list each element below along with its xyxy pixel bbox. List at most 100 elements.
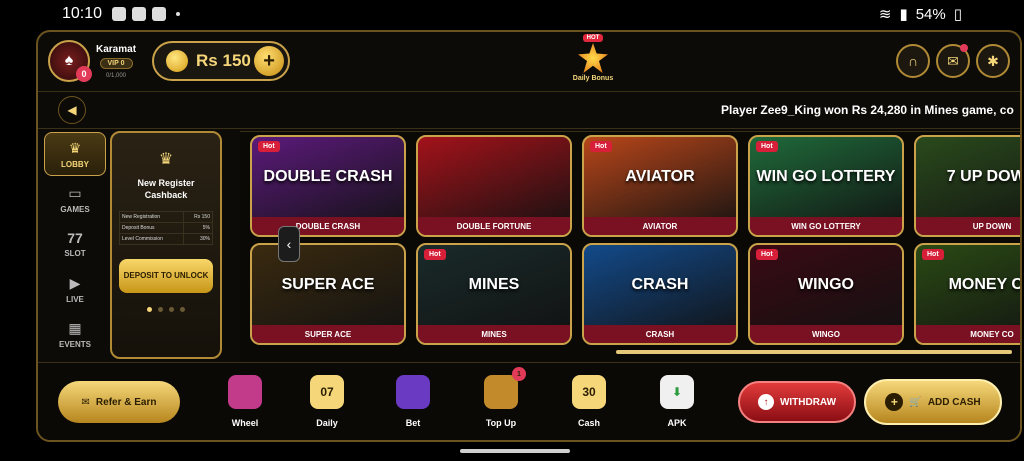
wifi-icon: ≋ xyxy=(878,6,892,23)
bottom-item-daily[interactable]: 07 Daily xyxy=(302,375,352,428)
carousel-dot[interactable] xyxy=(180,307,185,312)
bottom-item-wheel[interactable]: Wheel xyxy=(220,375,270,428)
live-icon: ▶ xyxy=(69,274,81,291)
settings-button[interactable]: ✱ xyxy=(976,44,1010,78)
sidebar-item-label: LIVE xyxy=(66,294,84,304)
game-title: SUPER ACE xyxy=(252,325,404,343)
balance-box: Rs 150 + xyxy=(152,41,291,81)
bottom-item-label: Cash xyxy=(577,418,600,428)
notification-icons xyxy=(112,7,181,21)
game-art: CRASH xyxy=(631,276,689,293)
game-card[interactable]: WIN GO LOTTERY Hot WIN GO LOTTERY xyxy=(748,135,904,237)
vip-progress: 0/1,000 xyxy=(106,72,127,79)
vip-badge: VIP 0 xyxy=(99,57,133,69)
announcement-text: Player Zee9_King won Rs 24,280 in Mines … xyxy=(721,103,1014,117)
game-title: DOUBLE CRASH xyxy=(252,217,404,235)
user-info[interactable]: Karamat VIP 0 0/1,000 xyxy=(96,44,136,79)
game-title: WIN GO LOTTERY xyxy=(750,217,902,235)
home-indicator[interactable] xyxy=(460,449,570,453)
carousel-dot[interactable] xyxy=(169,307,174,312)
game-card[interactable]: DOUBLE CRASH Hot DOUBLE CRASH xyxy=(250,135,406,237)
snapchat-icon xyxy=(132,7,147,21)
hot-badge: Hot xyxy=(756,249,778,260)
sidebar-item-lobby[interactable]: ♛ LOBBY xyxy=(44,132,106,176)
cards-icon: ♠ xyxy=(64,52,74,69)
carousel-dots xyxy=(147,307,185,312)
bottom-item-label: Wheel xyxy=(231,418,259,428)
crown-icon: ♛ xyxy=(158,151,174,168)
refer-earn-button[interactable]: ✉ Refer & Earn xyxy=(58,381,180,423)
bottom-item-bet[interactable]: Bet xyxy=(388,375,438,428)
status-bar: 10:10 ≋ ▮ 54% ▯ xyxy=(0,0,1024,28)
notification-dot xyxy=(960,44,968,52)
gift-icon: ✉ xyxy=(81,396,90,408)
games-panel: DOUBLE CRASH Hot DOUBLE CRASH DOUBLE FORTUN… xyxy=(240,131,1020,361)
cart-icon: 🛒 xyxy=(909,396,922,408)
support-button[interactable]: ∩ xyxy=(896,44,930,78)
speaker-icon[interactable]: ◀ xyxy=(58,96,86,124)
daily-icon: 07 xyxy=(310,375,344,409)
game-card[interactable]: AVIATOR Hot AVIATOR xyxy=(582,135,738,237)
game-art: 7 UP DOWN xyxy=(946,168,1020,185)
plus-icon: + xyxy=(885,393,904,411)
battery-icon: ▯ xyxy=(953,6,962,23)
game-card[interactable]: MINES Hot MINES xyxy=(416,243,572,345)
game-card[interactable]: CRASH CRASH xyxy=(582,243,738,345)
game-card[interactable]: 7 UP DOWN UP DOWN xyxy=(914,135,1020,237)
deposit-to-unlock-button[interactable]: DEPOSIT TO UNLOCK xyxy=(119,259,213,293)
sidebar-item-games[interactable]: ▭ GAMES xyxy=(44,177,106,221)
bet-icon xyxy=(396,375,430,409)
bottom-item-apk[interactable]: ⬇ APK xyxy=(652,375,702,428)
sidebar-item-label: GAMES xyxy=(60,204,90,214)
sidebar-item-slot[interactable]: 77 SLOT xyxy=(44,222,106,266)
daily-bonus[interactable]: HOT Daily Bonus xyxy=(568,34,618,82)
add-cash-button[interactable]: + 🛒 ADD CASH xyxy=(864,379,1002,425)
avatar[interactable]: ♠ 0 xyxy=(48,40,92,82)
events-icon: ▦ xyxy=(68,319,82,336)
table-row: Deposit Bonus 5% xyxy=(119,222,214,234)
game-title: MINES xyxy=(418,325,570,343)
game-art xyxy=(418,137,570,217)
hot-badge: HOT xyxy=(582,34,604,42)
mail-button[interactable]: ✉ xyxy=(936,44,970,78)
game-card[interactable]: WINGO Hot WINGO xyxy=(748,243,904,345)
status-time: 10:10 xyxy=(62,5,103,22)
game-card[interactable]: DOUBLE FORTUNE xyxy=(416,135,572,237)
username: Karamat xyxy=(96,43,137,55)
arrow-up-icon: ↑ xyxy=(757,394,774,410)
sidebar-item-label: SLOT xyxy=(64,249,86,258)
daily-bonus-label: Daily Bonus xyxy=(572,75,614,82)
game-card[interactable]: MONEY COHotMONEY CO xyxy=(914,243,1020,345)
game-card[interactable]: SUPER ACE SUPER ACE xyxy=(250,243,406,345)
carousel-dot[interactable] xyxy=(158,307,163,312)
bottom-item-top-up[interactable]: 1 Top Up xyxy=(476,367,526,428)
refer-earn-label: Refer & Earn xyxy=(95,396,157,408)
withdraw-button[interactable]: ↑ WITHDRAW xyxy=(738,381,856,423)
gift-icon xyxy=(578,43,608,73)
cashback-table: New Registration Rs 150 Deposit Bonus 5% L… xyxy=(119,211,214,245)
horizontal-scrollbar[interactable] xyxy=(616,350,1012,354)
games-grid: DOUBLE CRASH Hot DOUBLE CRASH DOUBLE FORTUN… xyxy=(250,135,1020,345)
sidebar-item-label: EVENTS xyxy=(58,339,91,349)
game-art: SUPER ACE xyxy=(281,276,375,293)
mail-icon: ✉ xyxy=(947,52,959,69)
bottom-item-cash[interactable]: 30 Cash xyxy=(564,375,614,428)
table-row: New Registration Rs 150 xyxy=(119,211,214,223)
hot-badge: Hot xyxy=(922,249,944,260)
cashback-card: ♛ New Register Cashback New Registration… xyxy=(110,131,222,359)
bottom-item-label: Daily xyxy=(316,418,338,428)
signal-icon: ▮ xyxy=(899,6,908,23)
bottom-item-label: APK xyxy=(667,418,687,428)
avatar-badge: 0 xyxy=(76,66,92,82)
cash-icon: 30 xyxy=(572,375,606,409)
slot-icon: 77 xyxy=(67,230,83,246)
carousel-dot[interactable] xyxy=(147,307,152,312)
add-balance-button[interactable]: + xyxy=(254,46,285,76)
scroll-left-button[interactable]: ‹ xyxy=(278,226,300,262)
hot-badge: Hot xyxy=(258,141,280,152)
sidebar-item-events[interactable]: ▦ EVENTS xyxy=(44,312,106,356)
game-title: AVIATOR xyxy=(584,217,736,235)
sidebar-item-live[interactable]: ▶ LIVE xyxy=(44,267,106,311)
game-title: WINGO xyxy=(750,325,902,343)
chevron-left-icon: ‹ xyxy=(286,236,292,252)
